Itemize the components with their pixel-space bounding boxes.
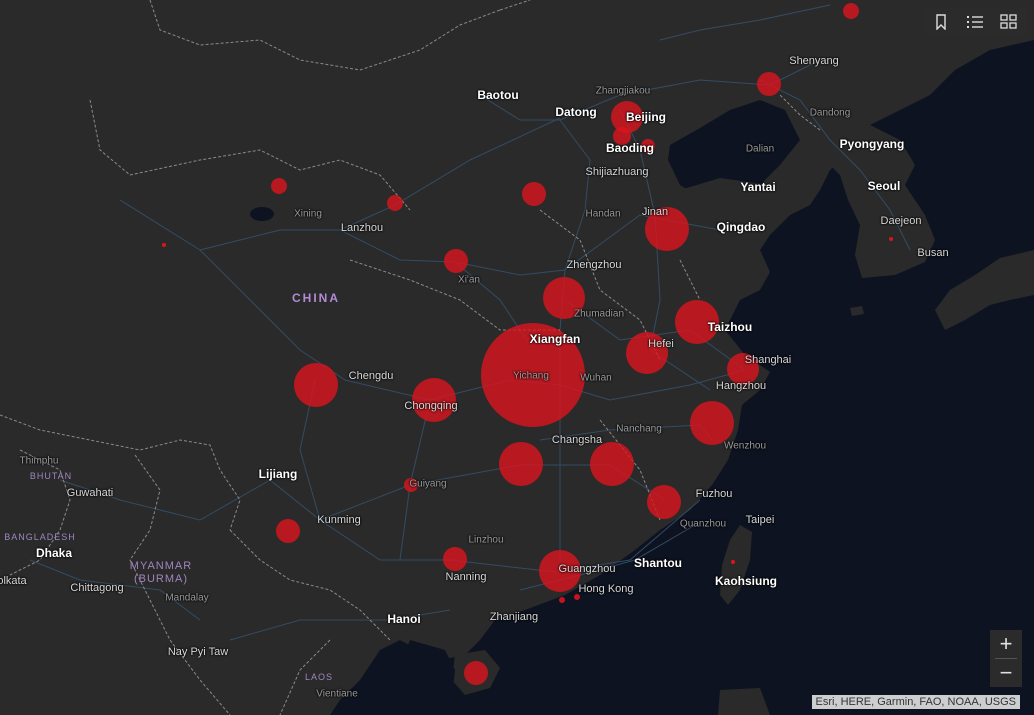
case-marker-ningxia[interactable] [387, 195, 403, 211]
legend-icon [967, 15, 983, 28]
case-marker-guangdong[interactable] [539, 550, 581, 592]
zoom-control: + − [990, 630, 1022, 687]
case-marker-zhejiang[interactable] [690, 401, 734, 445]
case-marker-qinghai[interactable] [271, 178, 287, 194]
case-marker-shanxi[interactable] [522, 182, 546, 206]
case-marker-xian[interactable] [444, 249, 468, 273]
case-marker-taiwan[interactable] [731, 560, 735, 564]
basemap-gallery-button[interactable] [992, 7, 1026, 36]
case-marker-hainan[interactable] [464, 661, 488, 685]
case-marker-jinan[interactable] [645, 207, 689, 251]
case-marker-hongkong[interactable] [574, 594, 580, 600]
case-marker-hebei[interactable] [641, 139, 655, 153]
case-marker-macau[interactable] [559, 597, 565, 603]
map-toolbar [924, 7, 1026, 36]
case-marker-nanning[interactable] [443, 547, 467, 571]
case-marker-beijing[interactable] [611, 101, 643, 133]
case-marker-kunming[interactable] [276, 519, 300, 543]
case-marker-tianjin[interactable] [613, 127, 631, 145]
case-marker-heilongjiang[interactable] [843, 3, 859, 19]
case-marker-korea[interactable] [889, 237, 893, 241]
case-marker-taizhou[interactable] [675, 300, 719, 344]
case-marker-hunan[interactable] [499, 442, 543, 486]
case-marker-chengdu[interactable] [294, 363, 338, 407]
case-marker-shenyang[interactable] [757, 72, 781, 96]
case-marker-jiangxi[interactable] [590, 442, 634, 486]
case-marker-tibet[interactable] [162, 243, 166, 247]
bookmark-icon [936, 13, 946, 30]
case-marker-henan[interactable] [543, 277, 585, 319]
legend-button[interactable] [958, 7, 992, 36]
map-view[interactable]: CHINA MYANMAR (BURMA) LAOS BHUTAN BANGLA… [0, 0, 1034, 715]
zoom-in-button[interactable]: + [990, 630, 1022, 658]
case-marker-hefei[interactable] [626, 332, 668, 374]
zoom-out-button[interactable]: − [990, 659, 1022, 687]
map-attribution: Esri, HERE, Garmin, FAO, NOAA, USGS [811, 695, 1020, 709]
case-marker-shanghai[interactable] [727, 353, 759, 385]
case-marker-chongqing[interactable] [412, 378, 456, 422]
bookmarks-button[interactable] [924, 7, 958, 36]
case-marker-guiyang[interactable] [404, 478, 418, 492]
case-markers-layer [162, 3, 893, 685]
basemap-gallery-icon [1000, 13, 1017, 29]
case-marker-fujian[interactable] [647, 485, 681, 519]
case-marker-hubei[interactable] [481, 323, 585, 427]
